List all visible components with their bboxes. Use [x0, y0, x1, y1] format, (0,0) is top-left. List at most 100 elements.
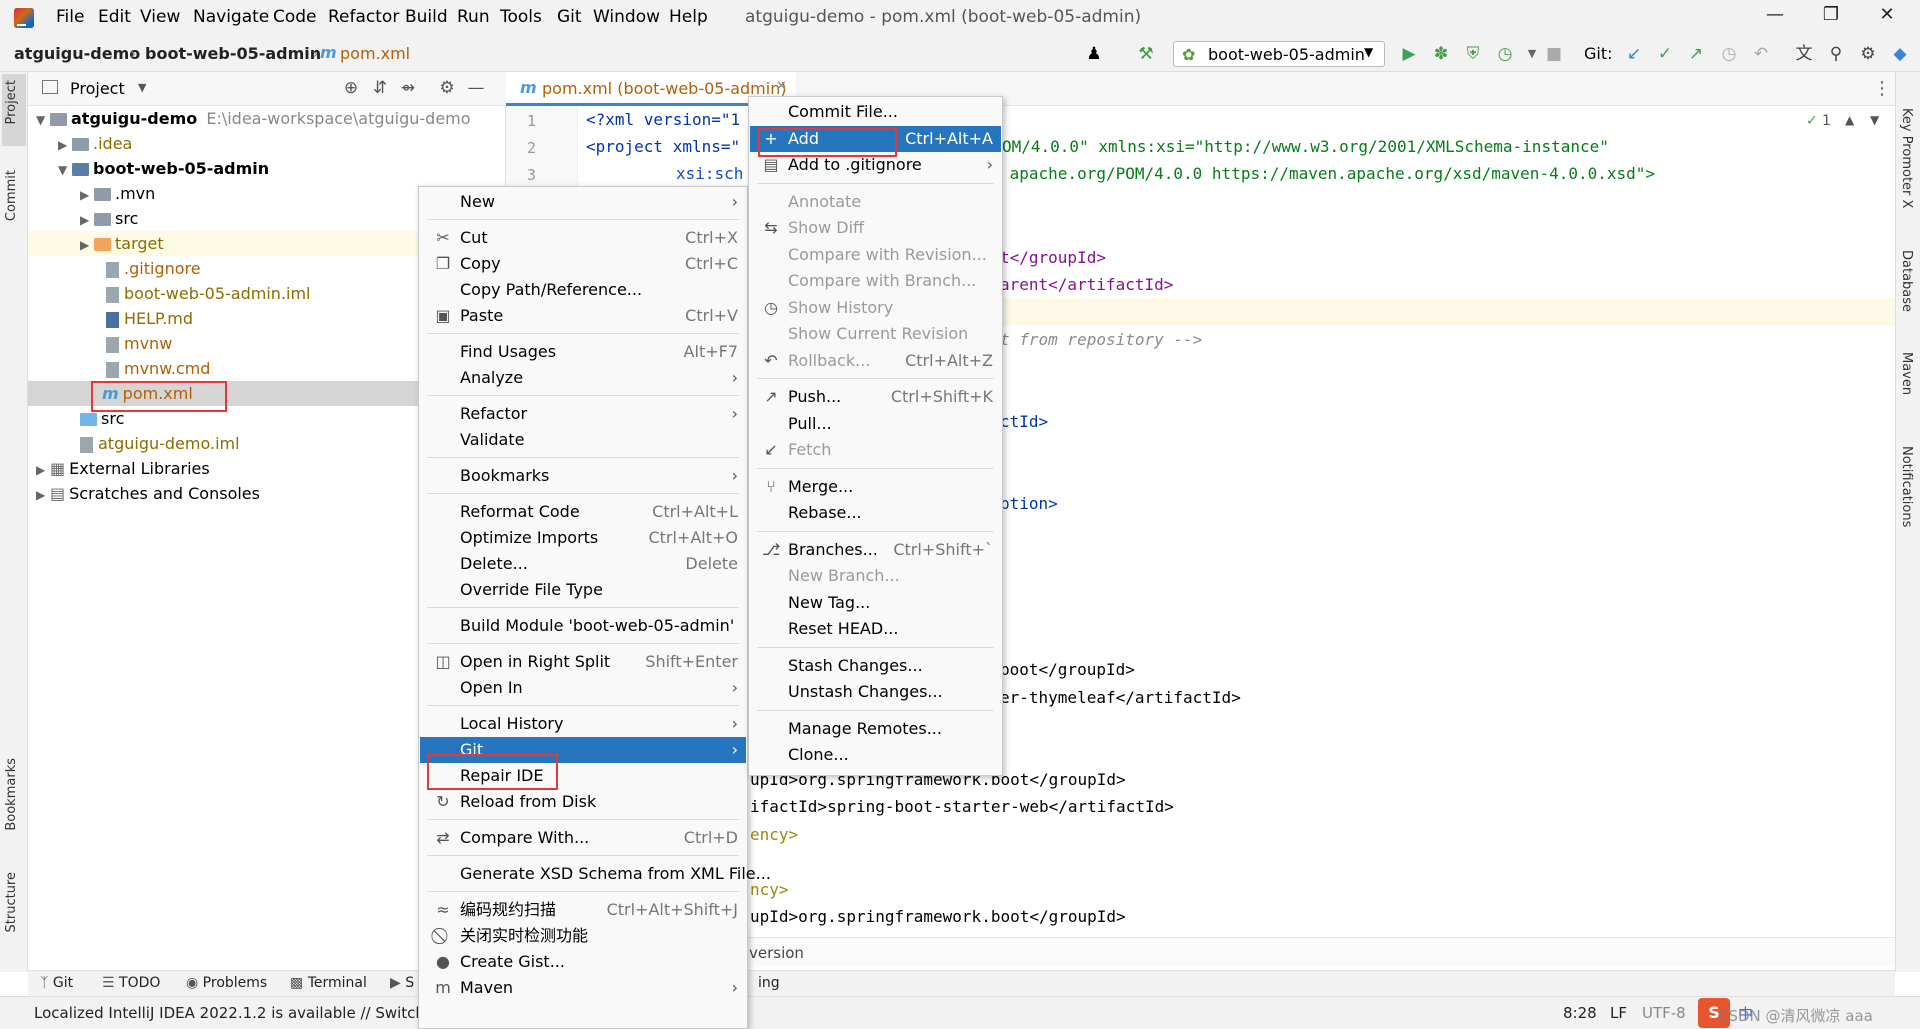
ctx-reload-from-disk[interactable]: ↻ Reload from Disk — [420, 789, 746, 815]
chevron-up-icon[interactable]: ▲ — [1845, 113, 1854, 127]
tree-row-module[interactable]: ▼ boot-web-05-admin — [58, 156, 269, 181]
tool-structure[interactable]: Structure — [4, 872, 19, 932]
locate-icon[interactable]: ⊕ — [341, 78, 361, 98]
menu-edit[interactable]: Edit — [98, 7, 131, 27]
tool-tab-git[interactable]: ᛉ Git — [40, 975, 73, 991]
menu-git[interactable]: Git — [557, 7, 582, 27]
ctx-optimize-imports[interactable]: Optimize Imports Ctrl+Alt+O — [420, 525, 746, 551]
chevron-down-icon[interactable]: ▼ — [1870, 113, 1879, 127]
toolbox-icon[interactable]: ◆ — [1890, 44, 1910, 64]
tool-database[interactable]: Database — [1899, 250, 1914, 312]
tree-row-idea[interactable]: ▶ .idea — [58, 131, 132, 156]
tree-row-external-libraries[interactable]: ▶ ▦ External Libraries — [36, 456, 210, 481]
git-merge[interactable]: ⑂ Merge... — [750, 474, 1001, 500]
tool-tab-todo[interactable]: ☰ TODO — [102, 975, 160, 991]
menu-run[interactable]: Run — [457, 7, 490, 27]
git-show-history[interactable]: ◷ Show History — [750, 295, 1001, 321]
update-project-icon[interactable]: ↙ — [1624, 44, 1644, 64]
git-new-branch[interactable]: New Branch... — [750, 563, 1001, 589]
menu-tools[interactable]: Tools — [500, 7, 542, 27]
ctx-maven[interactable]: m Maven › — [420, 975, 746, 1001]
ctx-delete[interactable]: Delete... Delete — [420, 551, 746, 577]
translate-icon[interactable]: 文 — [1794, 44, 1814, 64]
status-message[interactable]: Localized IntelliJ IDEA 2022.1.2 is avai… — [34, 1004, 439, 1022]
ctx-compare-with[interactable]: ⇄ Compare With... Ctrl+D — [420, 825, 746, 851]
close-icon[interactable]: ✕ — [1864, 4, 1910, 32]
tree-row-mvnw[interactable]: mvnw — [106, 331, 172, 356]
close-tab-icon[interactable]: ✕ — [776, 79, 787, 94]
ctx-generate-xsd-schema-from-xml-file[interactable]: Generate XSD Schema from XML File... — [420, 861, 771, 887]
user-icon[interactable]: ♟ — [1084, 44, 1104, 64]
git-new-tag[interactable]: New Tag... — [750, 590, 1001, 616]
git-rollback[interactable]: ↶ Rollback... Ctrl+Alt+Z — [750, 348, 1001, 374]
tree-row-iml[interactable]: boot-web-05-admin.iml — [106, 281, 310, 306]
git-commit-file[interactable]: Commit File... — [750, 99, 1001, 125]
history-icon[interactable]: ◷ — [1719, 44, 1739, 64]
ctx-item-34[interactable]: ≈ 编码规约扫描 Ctrl+Alt+Shift+J — [420, 897, 746, 923]
tool-tab-services[interactable]: ▶ S — [390, 975, 414, 991]
git-manage-remotes[interactable]: Manage Remotes... — [750, 716, 1001, 742]
git-compare-with-branch[interactable]: Compare with Branch... — [750, 268, 1001, 294]
ctx-item-35[interactable]: ⃠ 关闭实时检测功能 — [420, 923, 746, 949]
git-reset-head[interactable]: Reset HEAD... — [750, 616, 1001, 642]
ctx-validate[interactable]: Validate — [420, 427, 746, 453]
ctx-local-history[interactable]: Local History › — [420, 711, 746, 737]
more-options-icon[interactable]: ⋮ — [1873, 78, 1891, 99]
debug-icon[interactable]: ✽ — [1431, 44, 1451, 64]
inspection-check-icon[interactable]: ✓ — [1806, 113, 1818, 129]
breadcrumb-project[interactable]: atguigu-demo — [14, 44, 140, 63]
project-panel-title[interactable]: Project — [70, 79, 125, 98]
git-fetch[interactable]: ↙ Fetch — [750, 437, 1001, 463]
rollback-icon[interactable]: ↶ — [1751, 44, 1771, 64]
stop-icon[interactable]: ■ — [1544, 44, 1564, 64]
git-push[interactable]: ↗ Push... Ctrl+Shift+K — [750, 384, 1001, 410]
menu-view[interactable]: View — [140, 7, 180, 27]
git-rebase[interactable]: Rebase... — [750, 500, 1001, 526]
build-hammer-icon[interactable]: ⚒ — [1136, 44, 1156, 64]
ctx-analyze[interactable]: Analyze › — [420, 365, 746, 391]
tree-row-mvn[interactable]: ▶ .mvn — [80, 181, 155, 206]
push-icon[interactable]: ↗ — [1686, 44, 1706, 64]
tool-project[interactable]: Project — [4, 80, 19, 124]
commit-check-icon[interactable]: ✓ — [1655, 44, 1675, 64]
git-clone[interactable]: Clone... — [750, 742, 1001, 768]
tree-row-gitignore[interactable]: .gitignore — [106, 256, 201, 281]
tree-row-scratches[interactable]: ▶ ▤ Scratches and Consoles — [36, 481, 260, 506]
ctx-bookmarks[interactable]: Bookmarks › — [420, 463, 746, 489]
tree-row-target[interactable]: ▶ target — [28, 231, 418, 256]
coverage-icon[interactable]: ⛨ — [1463, 44, 1483, 64]
hide-panel-icon[interactable]: — — [466, 78, 486, 98]
ctx-copy-path-reference[interactable]: Copy Path/Reference... — [420, 277, 746, 303]
ctx-open-in-right-split[interactable]: ◫ Open in Right Split Shift+Enter — [420, 649, 746, 675]
caret-position[interactable]: 8:28 — [1563, 1004, 1597, 1022]
tool-notifications[interactable]: Notifications — [1899, 446, 1914, 527]
menu-file[interactable]: File — [56, 7, 84, 27]
chevron-down-icon[interactable]: ▼ — [138, 81, 146, 94]
tool-maven[interactable]: Maven — [1899, 352, 1914, 395]
menu-code[interactable]: Code — [273, 7, 317, 27]
chevron-down-icon[interactable]: ▼ — [1522, 44, 1542, 64]
expand-all-icon[interactable]: ⇵ — [370, 78, 390, 98]
ctx-reformat-code[interactable]: Reformat Code Ctrl+Alt+L — [420, 499, 746, 525]
git-show-diff[interactable]: ⇆ Show Diff — [750, 215, 1001, 241]
gear-icon[interactable]: ⚙ — [1858, 44, 1878, 64]
ctx-build-module-boot-web-05-admin[interactable]: Build Module 'boot-web-05-admin' — [420, 613, 746, 639]
menu-build[interactable]: Build — [405, 7, 448, 27]
git-branches[interactable]: ⎇ Branches... Ctrl+Shift+` — [750, 537, 1001, 563]
ctx-open-in[interactable]: Open In › — [420, 675, 746, 701]
breadcrumb-module[interactable]: boot-web-05-admin — [145, 44, 321, 63]
tool-key-promoter[interactable]: Key Promoter X — [1899, 108, 1914, 208]
git-annotate[interactable]: Annotate — [750, 189, 1001, 215]
ctx-new[interactable]: New › — [420, 189, 746, 215]
file-encoding[interactable]: UTF-8 — [1642, 1004, 1686, 1022]
menu-navigate[interactable]: Navigate — [193, 7, 269, 27]
tool-tab-terminal[interactable]: ▩ Terminal — [290, 975, 367, 991]
ctx-copy[interactable]: ❐ Copy Ctrl+C — [420, 251, 746, 277]
search-icon[interactable]: ⚲ — [1826, 44, 1846, 64]
tool-commit[interactable]: Commit — [4, 170, 19, 221]
ctx-cut[interactable]: ✂ Cut Ctrl+X — [420, 225, 746, 251]
tree-row-src[interactable]: ▶ src — [80, 206, 138, 231]
ctx-find-usages[interactable]: Find Usages Alt+F7 — [420, 339, 746, 365]
tool-bookmarks[interactable]: Bookmarks — [4, 758, 19, 831]
ctx-refactor[interactable]: Refactor › — [420, 401, 746, 427]
